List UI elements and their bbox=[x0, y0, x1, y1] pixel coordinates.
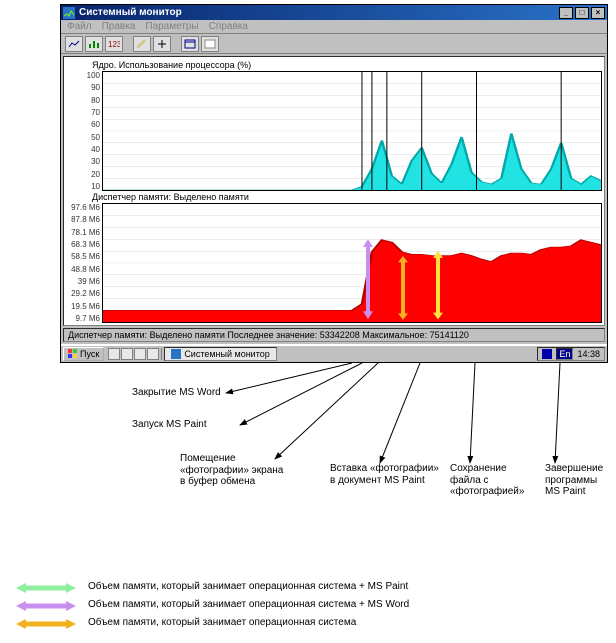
callout-start-paint: Запуск MS Paint bbox=[132, 419, 207, 431]
cpu-plot bbox=[102, 71, 602, 191]
cpu-y-axis: 100908070605040302010 bbox=[66, 71, 102, 191]
plus-icon bbox=[156, 39, 168, 49]
pencil-icon bbox=[136, 39, 148, 49]
taskbar: Пуск Системный монитор En 14:38 bbox=[61, 344, 607, 362]
legend-text-word: Объем памяти, который занимает операцион… bbox=[88, 599, 409, 611]
bar-chart-icon bbox=[88, 39, 100, 49]
start-label: Пуск bbox=[80, 349, 99, 359]
callout-close-paint: Завершение программы MS Paint bbox=[545, 463, 615, 498]
clock: 14:38 bbox=[577, 349, 600, 359]
line-chart-icon bbox=[68, 39, 80, 49]
legend-area: Объем памяти, который занимает операцион… bbox=[0, 573, 616, 643]
taskbar-item-sysmon[interactable]: Системный монитор bbox=[164, 347, 276, 361]
legend-arrow-paint-icon bbox=[16, 581, 76, 595]
cpu-chart: 100908070605040302010 bbox=[66, 71, 602, 191]
maximize-button[interactable]: □ bbox=[575, 7, 589, 19]
window-icon bbox=[184, 39, 196, 49]
qlaunch-icon-1[interactable] bbox=[108, 348, 120, 360]
menubar: Файл Правка Параметры Справка bbox=[61, 20, 607, 34]
menu-help[interactable]: Справка bbox=[209, 21, 248, 32]
mem-chart: 97.6 М687.8 М678.1 М668.3 М658.5 М648.8 … bbox=[66, 203, 602, 323]
titlebar[interactable]: Системный монитор _ □ × bbox=[61, 5, 607, 20]
tool-clear-button[interactable] bbox=[201, 36, 219, 52]
menu-params[interactable]: Параметры bbox=[145, 21, 198, 32]
blank-icon bbox=[204, 39, 216, 49]
menu-edit[interactable]: Правка bbox=[102, 21, 136, 32]
legend-arrow-os-icon bbox=[16, 617, 76, 631]
qlaunch-icon-2[interactable] bbox=[121, 348, 133, 360]
mem-arrow-os bbox=[397, 256, 409, 320]
toolbar: 123 bbox=[61, 34, 607, 54]
tool-edit-button[interactable] bbox=[133, 36, 151, 52]
legend-text-os: Объем памяти, который занимает операцион… bbox=[88, 617, 356, 629]
legend-text-paint: Объем памяти, который занимает операцион… bbox=[88, 581, 408, 593]
tool-chart2-button[interactable] bbox=[85, 36, 103, 52]
qlaunch-icon-4[interactable] bbox=[147, 348, 159, 360]
minimize-button[interactable]: _ bbox=[559, 7, 573, 19]
legend-row-os: Объем памяти, который занимает операцион… bbox=[0, 615, 616, 633]
callout-clipboard: Помещение «фотографии» экрана в буфер об… bbox=[180, 453, 290, 488]
qlaunch-icon-3[interactable] bbox=[134, 348, 146, 360]
callout-paste: Вставка «фотографии» в документ MS Paint bbox=[330, 463, 440, 486]
status-line: Диспетчер памяти: Выделено памяти Послед… bbox=[63, 328, 605, 342]
app-window: Системный монитор _ □ × Файл Правка Пара… bbox=[60, 4, 608, 363]
legend-row-paint: Объем памяти, который занимает операцион… bbox=[0, 579, 616, 597]
chart-area: Ядро. Использование процессора (%) 10090… bbox=[63, 56, 605, 326]
mem-arrow-word bbox=[362, 239, 374, 319]
tool-add-button[interactable] bbox=[153, 36, 171, 52]
sysmon-icon bbox=[63, 7, 75, 19]
legend-row-word: Объем памяти, который занимает операцион… bbox=[0, 597, 616, 615]
annotation-overlay: Закрытие MS Word Запуск MS Paint Помещен… bbox=[0, 363, 616, 573]
callout-close-word: Закрытие MS Word bbox=[132, 387, 221, 399]
mem-plot bbox=[102, 203, 602, 323]
sysmon-small-icon bbox=[171, 349, 181, 359]
windows-icon bbox=[68, 349, 78, 359]
mem-chart-title: Диспетчер памяти: Выделено памяти bbox=[66, 191, 602, 203]
legend-arrow-word-icon bbox=[16, 599, 76, 613]
mem-arrow-paint bbox=[432, 251, 444, 319]
cpu-chart-title: Ядро. Использование процессора (%) bbox=[66, 59, 602, 71]
tool-options-button[interactable] bbox=[181, 36, 199, 52]
callout-save: Сохранение файла с «фотографией» bbox=[450, 463, 540, 498]
tool-chart1-button[interactable] bbox=[65, 36, 83, 52]
numeric-icon: 123 bbox=[108, 39, 120, 49]
taskbar-item-label: Системный монитор bbox=[184, 349, 269, 359]
lang-indicator[interactable]: En bbox=[556, 348, 573, 360]
close-button[interactable]: × bbox=[591, 7, 605, 19]
mem-y-axis: 97.6 М687.8 М678.1 М668.3 М658.5 М648.8 … bbox=[66, 203, 102, 323]
system-tray: En 14:38 bbox=[537, 347, 605, 361]
tool-chart3-button[interactable]: 123 bbox=[105, 36, 123, 52]
svg-text:123: 123 bbox=[108, 40, 120, 49]
tray-icon-1[interactable] bbox=[542, 349, 552, 359]
start-button[interactable]: Пуск bbox=[63, 347, 104, 361]
quick-launch bbox=[106, 348, 162, 360]
window-title: Системный монитор bbox=[79, 7, 182, 18]
menu-file[interactable]: Файл bbox=[67, 21, 92, 32]
